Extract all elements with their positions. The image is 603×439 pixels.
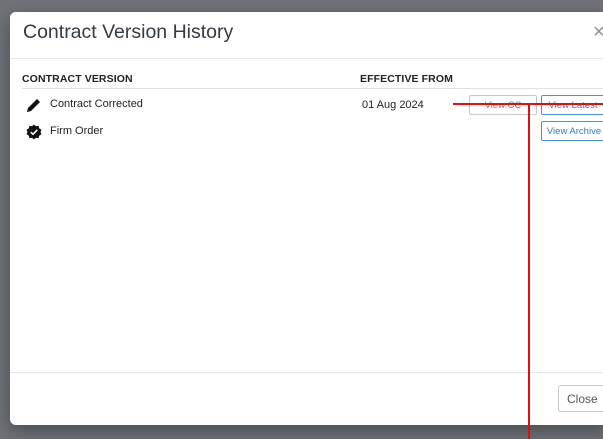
row-label-contract-corrected: Contract Corrected: [50, 98, 143, 110]
contract-version-history-dialog: Contract Version History × CONTRACT VERS…: [10, 12, 603, 425]
dialog-title: Contract Version History: [23, 21, 234, 43]
verified-badge-icon: [26, 124, 42, 140]
row-effective-from: 01 Aug 2024: [362, 99, 424, 111]
annotation-line-vertical: [528, 104, 530, 439]
pencil-icon: [27, 99, 40, 112]
column-header-contract-version: CONTRACT VERSION: [22, 73, 133, 85]
dialog-header: Contract Version History ×: [10, 12, 603, 59]
row-label-firm-order: Firm Order: [50, 125, 104, 137]
view-latest-button[interactable]: View Latest: [541, 95, 603, 115]
footer-divider: [10, 372, 603, 373]
view-archive-button[interactable]: View Archive: [541, 121, 603, 141]
close-button[interactable]: Close: [558, 385, 603, 412]
column-header-effective-from: EFFECTIVE FROM: [360, 73, 453, 85]
view-cc-button[interactable]: View CC: [469, 95, 537, 115]
header-divider: [22, 88, 603, 89]
close-icon[interactable]: ×: [593, 21, 603, 44]
